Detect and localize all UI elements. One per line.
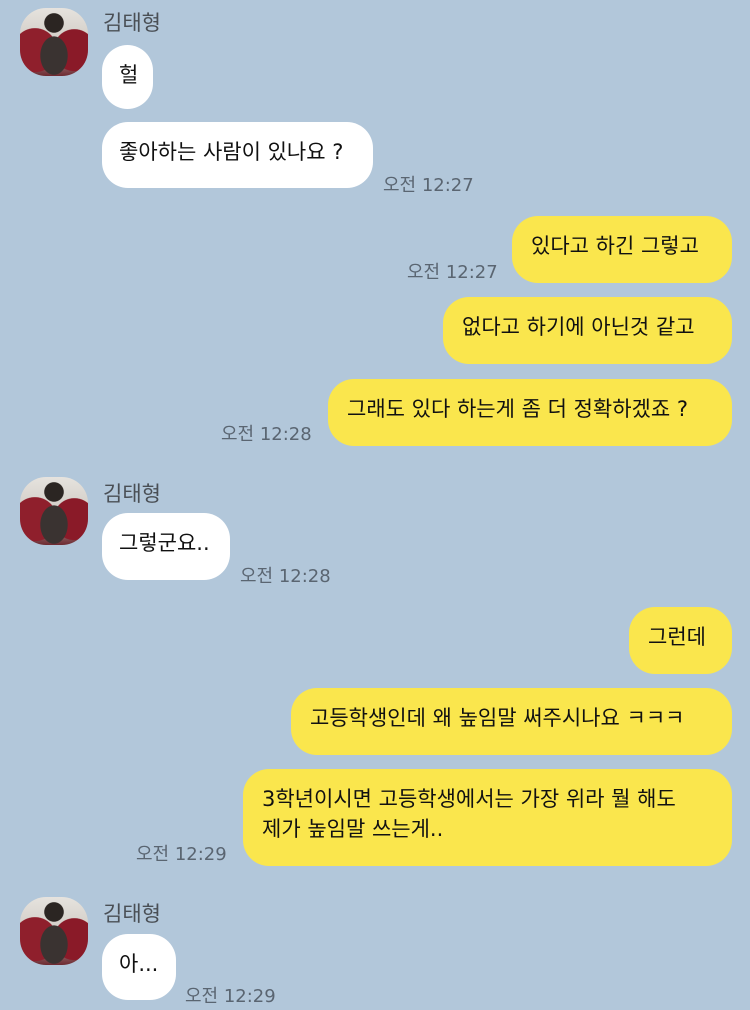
- contact-name: 김태형: [103, 482, 161, 506]
- contact-name: 김태형: [103, 11, 161, 35]
- message-timestamp: 오전 12:27: [383, 175, 474, 196]
- message-text: 헐: [119, 63, 139, 87]
- message-text-line: 제가 높임말 쓰는게..: [262, 817, 444, 841]
- incoming-message[interactable]: 그렇군요..: [102, 513, 230, 580]
- message-text: 고등학생인데 왜 높임말 써주시나요 ㅋㅋㅋ: [310, 706, 685, 730]
- message-text: 있다고 하긴 그렇고: [531, 234, 699, 258]
- incoming-message[interactable]: 아...: [102, 934, 176, 1000]
- message-timestamp: 오전 12:28: [221, 424, 312, 445]
- outgoing-message[interactable]: 없다고 하기에 아닌것 같고: [443, 297, 732, 364]
- outgoing-message[interactable]: 있다고 하긴 그렇고: [512, 216, 732, 283]
- outgoing-message[interactable]: 고등학생인데 왜 높임말 써주시나요 ㅋㅋㅋ: [291, 688, 732, 755]
- incoming-message[interactable]: 헐: [102, 45, 153, 109]
- outgoing-message[interactable]: 그래도 있다 하는게 좀 더 정확하겠죠 ?: [328, 379, 732, 446]
- contact-avatar[interactable]: [20, 8, 88, 76]
- incoming-message[interactable]: 좋아하는 사람이 있나요 ?: [102, 122, 373, 188]
- message-timestamp: 오전 12:29: [136, 844, 227, 865]
- message-text: 아...: [119, 952, 159, 976]
- message-text-line: 3학년이시면 고등학생에서는 가장 위라 뭘 해도: [262, 787, 676, 811]
- message-timestamp: 오전 12:28: [240, 566, 331, 587]
- contact-name: 김태형: [103, 902, 161, 926]
- message-timestamp: 오전 12:29: [185, 986, 276, 1007]
- message-text: 그런데: [648, 625, 706, 649]
- message-text: 좋아하는 사람이 있나요 ?: [119, 140, 344, 164]
- outgoing-message[interactable]: 그런데: [629, 607, 732, 674]
- contact-avatar[interactable]: [20, 477, 88, 545]
- message-text: 그렇군요..: [119, 531, 210, 555]
- contact-avatar[interactable]: [20, 897, 88, 965]
- message-text: 그래도 있다 하는게 좀 더 정확하겠죠 ?: [347, 397, 688, 421]
- outgoing-message[interactable]: 3학년이시면 고등학생에서는 가장 위라 뭘 해도 제가 높임말 쓰는게..: [243, 769, 732, 866]
- message-text: 없다고 하기에 아닌것 같고: [462, 315, 695, 339]
- message-timestamp: 오전 12:27: [407, 262, 498, 283]
